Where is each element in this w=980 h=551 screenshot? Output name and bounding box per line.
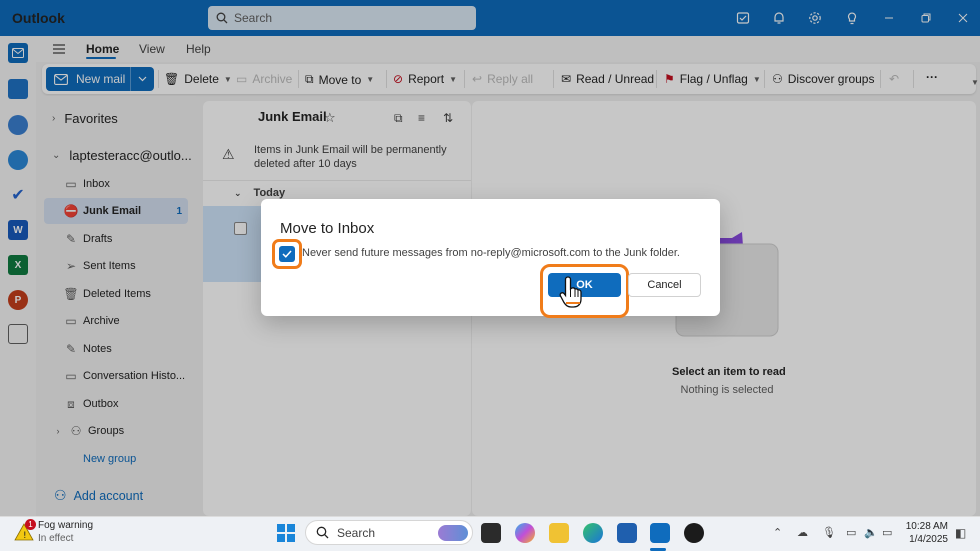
battery-icon[interactable]: ▭ [882,526,892,539]
weather-title: Fog warning [38,520,94,531]
store-icon[interactable] [617,523,637,543]
edge-icon[interactable] [583,523,603,543]
outlook-taskbar-icon[interactable] [650,523,670,543]
hand-cursor-icon [559,276,582,308]
search-highlight-image [438,525,468,541]
clock-time: 10:28 AM [905,521,948,532]
microphone-icon[interactable]: 🎙 [822,526,836,539]
task-view-icon[interactable] [481,523,501,543]
speaker-icon[interactable]: 🔈 [864,526,878,539]
chevron-up-icon[interactable]: ⌃ [773,526,782,539]
cloud-icon[interactable]: ☁ [797,526,808,539]
svg-text:!: ! [23,531,27,541]
taskbar-search[interactable]: Search [305,520,473,545]
recorder-icon[interactable] [684,523,704,543]
search-icon [316,526,329,539]
file-explorer-icon[interactable] [549,523,569,543]
clock[interactable]: 10:28 AM 1/4/2025 [904,520,948,546]
cancel-button[interactable]: Cancel [628,273,701,297]
taskbar-search-label: Search [337,525,376,540]
notification-icon[interactable]: ◧ [955,526,966,540]
checkbox-label[interactable]: Never send future messages from no-reply… [302,247,680,259]
weather-subtitle: In effect [38,533,74,544]
never-send-checkbox[interactable] [279,246,295,262]
display-icon[interactable]: ▭ [846,526,856,539]
copilot-icon[interactable] [515,523,535,543]
dialog-title: Move to Inbox [280,220,375,237]
weather-badge: 1 [25,519,36,530]
clock-date: 1/4/2025 [909,534,948,545]
checkmark-icon [282,250,292,258]
windows-start-icon[interactable] [277,524,295,542]
